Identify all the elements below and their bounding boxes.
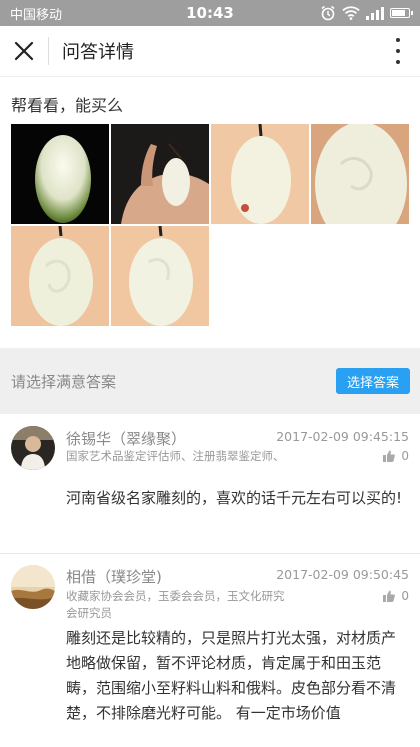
jade-pendant-front-photo[interactable] bbox=[11, 226, 109, 326]
status-bar: 中国移动 10:43 bbox=[0, 0, 420, 26]
answer-item: 徐锡华（翠缘聚） 2017-02-09 09:45:15 国家艺术品鉴定评估师、… bbox=[0, 414, 420, 554]
select-answer-hint: 请选择满意答案 bbox=[11, 372, 117, 391]
like-button[interactable]: 0 bbox=[383, 589, 409, 603]
answer-content: 河南省级名家雕刻的，喜欢的话千元左右可以买的! bbox=[66, 489, 403, 507]
close-icon bbox=[14, 41, 34, 61]
answerer-titles: 收藏家协会会员，玉委会会员，玉文化研究会研究员 bbox=[66, 589, 285, 620]
thumbs-up-icon bbox=[383, 450, 396, 462]
answerer-name[interactable]: 徐锡华（翠缘聚） bbox=[66, 428, 186, 449]
answerer-titles: 国家艺术品鉴定评估师、注册翡翠鉴定师、 bbox=[66, 449, 285, 463]
battery-icon bbox=[390, 8, 413, 18]
thumbs-up-icon bbox=[383, 590, 396, 602]
select-answer-bar: 请选择满意答案 选择答案 bbox=[0, 348, 420, 414]
like-button[interactable]: 0 bbox=[383, 449, 409, 463]
more-button[interactable] bbox=[388, 38, 408, 64]
status-icons bbox=[320, 5, 413, 21]
signal-icon bbox=[366, 6, 384, 20]
jade-pendant-closeup-photo[interactable] bbox=[311, 124, 409, 224]
answer-content: 雕刻还是比较精的，只是照片打光太强，对材质产地略做保留，暂不评论材质，肯定属于和… bbox=[66, 629, 397, 722]
like-count: 0 bbox=[401, 589, 409, 603]
avatar[interactable] bbox=[11, 565, 55, 609]
question-text: 帮看看，能买么 bbox=[11, 96, 124, 115]
jade-pendant-side-photo[interactable] bbox=[111, 226, 209, 326]
jade-pendant-back-photo[interactable] bbox=[211, 124, 309, 224]
carrier-label: 中国移动 bbox=[10, 7, 63, 23]
more-vertical-icon bbox=[396, 38, 400, 42]
navigation-bar: 问答详情 bbox=[0, 26, 420, 77]
jade-pendant-in-hand-photo[interactable] bbox=[111, 124, 209, 224]
alarm-icon bbox=[321, 5, 335, 21]
page-title: 问答详情 bbox=[62, 42, 134, 63]
wifi-icon bbox=[342, 6, 360, 20]
answerer-name[interactable]: 相借（璞珍堂) bbox=[66, 566, 162, 587]
nav-divider bbox=[48, 37, 49, 65]
close-button[interactable] bbox=[0, 26, 48, 76]
answer-item: 相借（璞珍堂) 2017-02-09 09:50:45 收藏家协会会员，玉委会会… bbox=[0, 554, 420, 747]
avatar[interactable] bbox=[11, 426, 55, 470]
select-answer-button[interactable]: 选择答案 bbox=[336, 368, 410, 394]
jade-pendant-photo[interactable] bbox=[11, 124, 109, 224]
answer-timestamp: 2017-02-09 09:45:15 bbox=[276, 429, 409, 444]
like-count: 0 bbox=[401, 449, 409, 463]
answer-timestamp: 2017-02-09 09:50:45 bbox=[276, 567, 409, 582]
